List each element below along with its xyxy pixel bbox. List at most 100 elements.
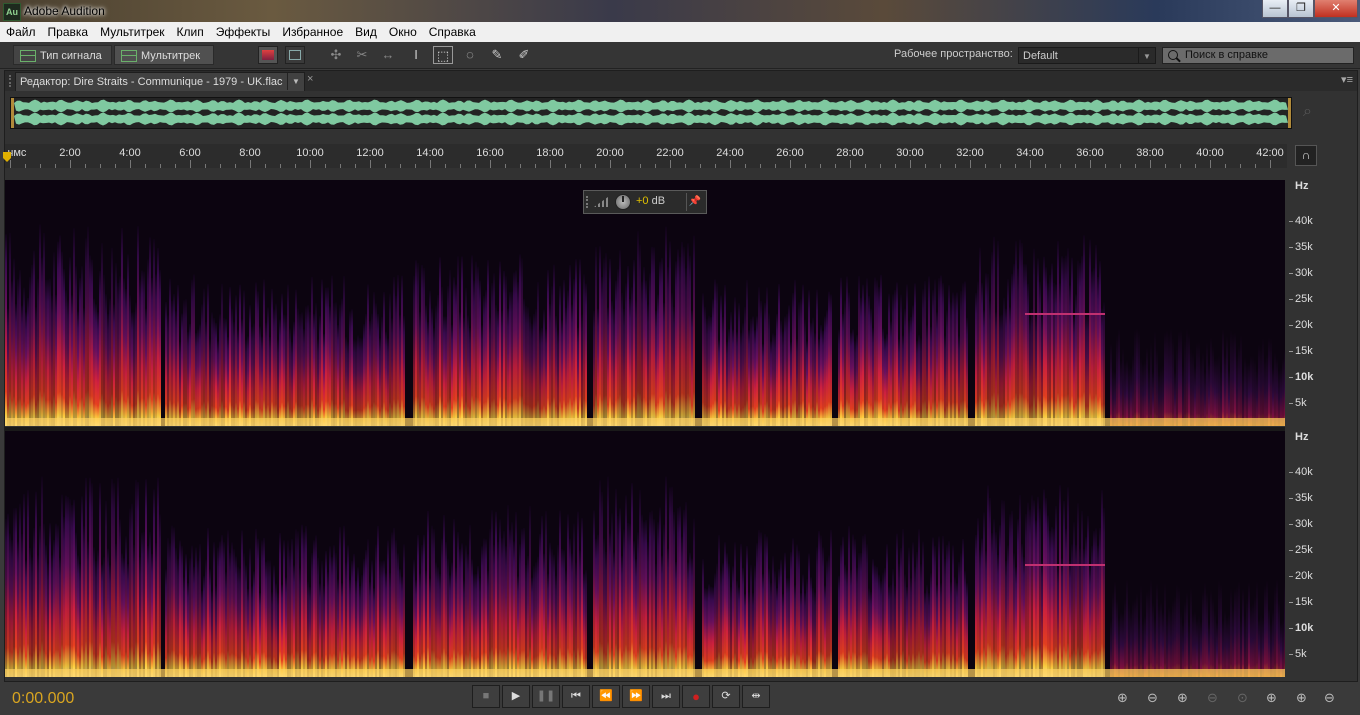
spectrum-column (193, 274, 195, 426)
spectrum-column (962, 538, 964, 677)
close-button[interactable]: ✕ (1314, 0, 1358, 18)
multitrack-view-button[interactable]: Мультитрек (114, 45, 214, 65)
zoom-out-full-button[interactable]: ⊖ (1324, 690, 1335, 706)
menu-window[interactable]: Окно (383, 22, 423, 42)
spectrum-column (209, 569, 211, 677)
spectrum-column (760, 300, 762, 426)
marquee-selection-tool-button[interactable]: ⬚ (433, 46, 453, 64)
spectrum-column (261, 540, 263, 677)
spectrum-column (926, 325, 928, 426)
pin-icon[interactable]: 📌 (686, 193, 703, 211)
spectrum-column (187, 582, 189, 677)
spectrum-column (1180, 329, 1182, 426)
spectrum-column (1244, 615, 1246, 677)
editor-tab-title: Редактор: Dire Straits - Communique - 19… (20, 76, 283, 88)
overview-waveform-graphic (14, 99, 1288, 126)
zoom-out-amplitude-button[interactable]: ⊖ (1147, 690, 1158, 706)
go-to-start-button[interactable]: ⏮ (562, 685, 590, 708)
ruler-tick (265, 164, 266, 168)
minimize-button[interactable]: — (1262, 0, 1288, 18)
chevron-down-icon: ▼ (1138, 48, 1155, 63)
spectrum-column (1168, 333, 1170, 426)
spectrum-column (115, 262, 117, 426)
overview-waveform[interactable] (10, 97, 1292, 129)
spectrum-column (561, 320, 563, 426)
spectrum-column (93, 298, 95, 426)
spectral-frequency-display-button[interactable] (258, 46, 278, 64)
move-tool-button[interactable]: ✣ (326, 46, 346, 64)
spectral-display-left-channel[interactable] (5, 180, 1285, 426)
panel-menu-icon[interactable]: ▾≡ (1341, 73, 1353, 86)
menu-clip[interactable]: Клип (171, 22, 210, 42)
rewind-button[interactable]: ⏪ (592, 685, 620, 708)
menu-view[interactable]: Вид (349, 22, 383, 42)
spectrum-column (896, 282, 898, 426)
menu-favorites[interactable]: Избранное (276, 22, 349, 42)
spectrum-column (1230, 588, 1232, 677)
spectrum-column (509, 291, 511, 426)
menu-file[interactable]: Файл (0, 22, 42, 42)
snap-magnet-button[interactable]: ∩ (1295, 145, 1317, 166)
menu-effects[interactable]: Эффекты (210, 22, 277, 42)
maximize-button[interactable]: ❐ (1288, 0, 1314, 18)
zoom-in-left-button[interactable]: ⊕ (1266, 690, 1277, 706)
zoom-in-amplitude-button[interactable]: ⊕ (1117, 690, 1128, 706)
play-button[interactable]: ▶ (502, 685, 530, 708)
spectrum-column (7, 513, 9, 677)
spectrum-column (989, 497, 991, 677)
overview-right-handle[interactable] (1288, 98, 1291, 128)
chevron-down-icon[interactable]: ▼ (287, 73, 304, 90)
spectrum-column (31, 264, 33, 426)
spectrum-column (677, 507, 679, 677)
spectrum-column (211, 591, 213, 677)
workspace-select[interactable]: Default ▼ (1018, 47, 1156, 64)
spectrum-column (95, 560, 97, 677)
amplitude-knob[interactable] (615, 194, 631, 210)
menu-multitrack[interactable]: Мультитрек (94, 22, 170, 42)
hud-grip-icon[interactable] (586, 196, 590, 208)
razor-tool-button[interactable]: ✂ (352, 46, 372, 64)
spectrum-column (153, 239, 155, 426)
brush-selection-tool-button[interactable]: ✎ (487, 46, 507, 64)
spectrum-column (581, 314, 583, 426)
time-ruler[interactable]: чмс 2:00 4:00 6:00 8:00 10:00 12:00 14:00 16:00 1… (5, 144, 1287, 168)
spectral-pitch-display-button[interactable] (285, 46, 305, 64)
spectrum-column (983, 310, 985, 426)
go-to-end-button[interactable]: ⏭ (652, 685, 680, 708)
spot-healing-brush-button[interactable]: ✐ (514, 46, 534, 64)
spectral-display-right-channel[interactable] (5, 431, 1285, 677)
waveform-view-button[interactable]: Тип сигнала (13, 45, 112, 65)
fast-forward-button[interactable]: ⏩ (622, 685, 650, 708)
loop-playback-button[interactable]: ⟳ (712, 685, 740, 708)
current-time-display[interactable]: 0:00.000 (12, 690, 74, 708)
spectrum-column (105, 500, 107, 677)
zoom-out-time-button[interactable]: ⊖ (1207, 690, 1218, 706)
ruler-label: 42:00 (1256, 147, 1284, 159)
record-button[interactable]: ● (682, 685, 710, 708)
spectrum-column (301, 312, 303, 426)
zoom-in-right-button[interactable]: ⊕ (1296, 690, 1307, 706)
tab-close-icon[interactable]: × (307, 73, 313, 85)
zoom-in-time-button[interactable]: ⊕ (1177, 690, 1188, 706)
zoom-to-selection-button[interactable]: ⊙ (1237, 690, 1248, 706)
spectrum-column (563, 550, 565, 677)
amplitude-value[interactable]: +0 dB (636, 195, 665, 207)
lasso-selection-tool-button[interactable]: ◌ (460, 46, 480, 64)
stop-button[interactable]: ■ (472, 685, 500, 708)
spectrum-column (868, 296, 870, 426)
help-search-input[interactable]: Поиск в справке (1162, 47, 1354, 64)
overview-left-handle[interactable] (11, 98, 14, 128)
pause-button[interactable]: ❚❚ (532, 685, 560, 708)
spectrum-column (1232, 606, 1234, 677)
ruler-tick (40, 164, 41, 168)
menu-help[interactable]: Справка (423, 22, 482, 42)
spectrum-column (1001, 500, 1003, 677)
spectrum-column (339, 526, 341, 677)
time-selection-tool-button[interactable]: I (406, 46, 426, 64)
menu-edit[interactable]: Правка (42, 22, 95, 42)
editor-document-tab[interactable]: Редактор: Dire Straits - Communique - 19… (15, 72, 305, 91)
spectrum-column (275, 583, 277, 677)
skip-selection-button[interactable]: ⇹ (742, 685, 770, 708)
slip-tool-button[interactable]: ↔ (378, 46, 398, 64)
spectrum-column (263, 279, 265, 426)
